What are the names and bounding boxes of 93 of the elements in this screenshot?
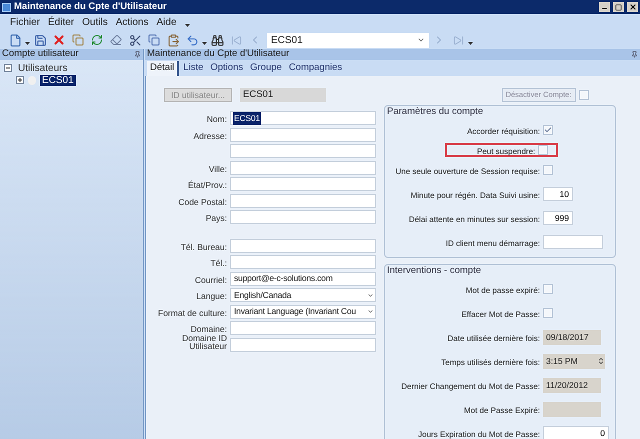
tab[interactable]: Compagnies — [286, 61, 346, 76]
time-field[interactable]: 3:15 PM — [543, 354, 605, 368]
menu-item[interactable]: Outils — [82, 15, 108, 30]
field-label: Temps utilisés dernière fois: — [441, 359, 540, 367]
tab[interactable]: Liste — [180, 61, 206, 76]
field-label: Délai attente en minutes sur session: — [408, 216, 540, 224]
field-label: Effacer Mot de Passe: — [461, 311, 540, 319]
tree-item[interactable]: Utilisateurs — [16, 62, 70, 74]
minimize-icon — [601, 5, 608, 12]
group-title: Paramètres du compte — [386, 106, 484, 118]
input-field[interactable] — [230, 255, 376, 270]
readonly-field — [543, 402, 601, 416]
spinner-icon — [597, 357, 605, 365]
field-label: Format de culture: — [158, 308, 227, 317]
checkbox[interactable] — [543, 125, 553, 135]
caret-icon[interactable] — [202, 42, 207, 45]
input-field[interactable] — [230, 128, 376, 142]
field-label: Domaine ID Utilisateur — [181, 334, 227, 350]
checkbox[interactable] — [578, 90, 588, 100]
tab[interactable]: Groupe — [247, 61, 285, 76]
caret-icon[interactable] — [184, 24, 190, 27]
field-label: Code Postal: — [178, 198, 227, 206]
field-label: Tél. Bureau: — [180, 242, 227, 251]
panel-title: Maintenance du Cpte d'Utilisateur — [147, 47, 290, 62]
input-field[interactable] — [230, 321, 376, 336]
caret-icon[interactable] — [25, 42, 30, 45]
field-label: Minute pour régén. Data Suivi usine: — [410, 192, 540, 200]
field-label: Pays: — [206, 214, 227, 222]
field-label: Ville: — [208, 164, 227, 173]
field-label: Dernier Changement du Mot de Passe: — [401, 383, 540, 391]
readonly-field: 11/20/2012 — [543, 378, 601, 392]
panel-title: Compte utilisateur — [2, 47, 79, 62]
user-icon — [28, 76, 36, 84]
field-label: Jours Expiration du Mot de Passe: — [418, 431, 540, 439]
field-label: Peut suspendre: — [477, 148, 536, 156]
close-button[interactable] — [627, 2, 638, 12]
minimize-button[interactable] — [599, 2, 610, 12]
tab[interactable]: Détail — [147, 61, 180, 76]
caret-icon — [367, 292, 374, 299]
field-label: Accorder réquisition: — [467, 128, 540, 136]
input-field[interactable] — [230, 210, 376, 224]
window-title: Maintenance du Cpte d'Utilisateur — [14, 0, 168, 14]
close-icon — [628, 3, 636, 11]
field-label: État/Prov.: — [188, 181, 227, 190]
checkbox[interactable] — [538, 145, 548, 155]
field-label: Adresse: — [193, 132, 227, 140]
field-label: Mot de passe expiré: — [466, 287, 540, 295]
readonly-field: 09/18/2017 — [543, 330, 601, 344]
caret-icon — [417, 36, 425, 44]
expand-icon[interactable] — [16, 76, 24, 84]
collapse-icon[interactable] — [4, 64, 12, 72]
dropdown-field[interactable]: Invariant Language (Invariant Cou — [230, 304, 376, 319]
input-field[interactable]: support@e-c-solutions.com — [230, 272, 376, 286]
menu-item[interactable]: Actions — [116, 15, 148, 30]
record-dropdown[interactable]: ECS01 — [267, 32, 429, 48]
input-field[interactable]: 10 — [543, 187, 573, 201]
dropdown-field[interactable]: English/Canada — [230, 288, 376, 302]
checkbox[interactable] — [543, 308, 553, 318]
input-field[interactable] — [230, 160, 376, 175]
user-id-field: ECS01 — [240, 88, 326, 102]
maximize-icon — [615, 4, 622, 10]
field-label: Mot de Passe Expiré: — [464, 407, 540, 415]
field-label: Nom: — [206, 115, 227, 124]
caret-icon — [367, 308, 374, 316]
pin-icon — [134, 51, 141, 58]
input-field[interactable]: 0 — [543, 426, 609, 439]
input-field[interactable] — [230, 177, 376, 192]
tab[interactable]: Options — [207, 61, 246, 76]
input-field[interactable]: ECS01 — [230, 111, 376, 126]
input-field[interactable]: 999 — [543, 211, 573, 225]
field-label: Tél.: — [210, 259, 227, 268]
menu-item[interactable]: Fichier — [10, 15, 40, 30]
menu-item[interactable]: Éditer — [48, 15, 74, 30]
input-field[interactable] — [230, 194, 376, 208]
pin-icon — [631, 51, 638, 58]
field-label: Courriel: — [194, 276, 227, 284]
checkbox[interactable] — [543, 165, 553, 175]
field-label: ID client menu démarrage: — [446, 240, 540, 248]
input-field[interactable] — [230, 144, 376, 158]
tree-item[interactable]: ECS01 — [40, 74, 76, 86]
field-label: Une seule ouverture de Session requise: — [395, 168, 540, 176]
input-field[interactable] — [230, 338, 376, 352]
input-field[interactable] — [543, 235, 603, 249]
caret-icon[interactable] — [468, 42, 473, 45]
checkbox[interactable] — [543, 284, 553, 294]
app-icon — [2, 2, 11, 12]
group-title: Interventions - compte — [386, 265, 482, 277]
maximize-button[interactable] — [613, 2, 624, 12]
field-label: Date utilisée dernière fois: — [448, 335, 540, 343]
menu-item[interactable]: Aide — [156, 15, 177, 30]
input-field[interactable] — [230, 238, 376, 253]
field-label: Domaine: — [190, 325, 227, 334]
field-label: Langue: — [196, 292, 227, 300]
